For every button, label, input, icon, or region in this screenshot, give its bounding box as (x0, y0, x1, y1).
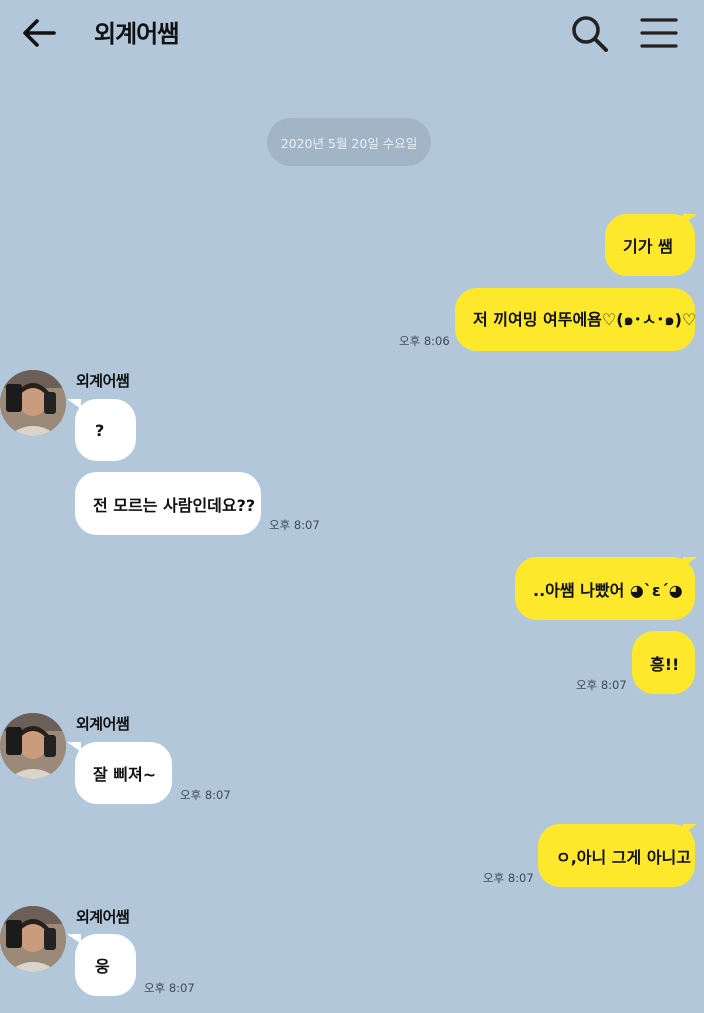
message-time: 오후 8:07 (269, 518, 320, 532)
bubble-tail (67, 399, 81, 409)
sender-name: 외계어쌤 (76, 715, 130, 733)
their-message-bubble[interactable]: 잘 삐져~ (75, 742, 172, 804)
profile-photo-icon (0, 906, 66, 972)
message-time: 오후 8:07 (144, 981, 195, 995)
my-message-bubble[interactable]: 흥!! (632, 631, 695, 694)
message-text: 기가 쌤 (623, 237, 673, 256)
message-time: 오후 8:07 (576, 678, 627, 692)
message-time: 오후 8:06 (399, 334, 450, 348)
bubble-tail (67, 742, 81, 752)
hamburger-menu-icon (640, 18, 678, 48)
my-message-bubble[interactable]: ㅇ,아니 그게 아니고 (538, 824, 695, 887)
arrow-left-icon (23, 19, 56, 47)
message-time: 오후 8:07 (483, 871, 534, 885)
message-text: 전 모르는 사람인데요?? (93, 495, 256, 515)
sender-name: 외계어쌤 (76, 372, 130, 390)
bubble-tail (683, 824, 697, 834)
search-icon (572, 16, 608, 52)
avatar[interactable] (0, 906, 66, 972)
message-text: ? (95, 420, 105, 440)
avatar[interactable] (0, 370, 66, 436)
search-button[interactable] (568, 12, 612, 56)
bubble-tail (683, 557, 697, 567)
avatar[interactable] (0, 713, 66, 779)
message-time: 오후 8:07 (180, 788, 231, 802)
message-text: 저 끼여밍 여뚜에욤♡(๑･ㅅ･๑)♡ (473, 310, 697, 329)
profile-photo-icon (0, 713, 66, 779)
bubble-tail (67, 934, 81, 944)
their-message-bubble[interactable]: 전 모르는 사람인데요?? (75, 472, 261, 535)
message-text: 흥!! (650, 654, 680, 674)
back-button[interactable] (18, 12, 60, 54)
chat-title: 외계어쌤 (94, 20, 179, 48)
message-text: 잘 삐져~ (93, 765, 157, 784)
their-message-bubble[interactable]: 웅 (75, 934, 136, 996)
my-message-bubble[interactable]: 저 끼여밍 여뚜에욤♡(๑･ㅅ･๑)♡ (455, 288, 697, 351)
sender-name: 외계어쌤 (76, 908, 130, 926)
menu-button[interactable] (638, 14, 682, 54)
message-text: ㅇ,아니 그게 아니고 (556, 847, 691, 867)
bubble-tail (683, 214, 697, 224)
my-message-bubble[interactable]: 기가 쌤 (605, 214, 695, 276)
message-text: ..아쌤 나빴어 ◕ˋεˊ◕ (533, 580, 683, 600)
their-message-bubble[interactable]: ? (75, 399, 136, 461)
my-message-bubble[interactable]: ..아쌤 나빴어 ◕ˋεˊ◕ (515, 557, 695, 620)
message-text: 웅 (95, 957, 110, 976)
profile-photo-icon (0, 370, 66, 436)
date-divider: 2020년 5월 20일 수요일 (267, 118, 431, 166)
